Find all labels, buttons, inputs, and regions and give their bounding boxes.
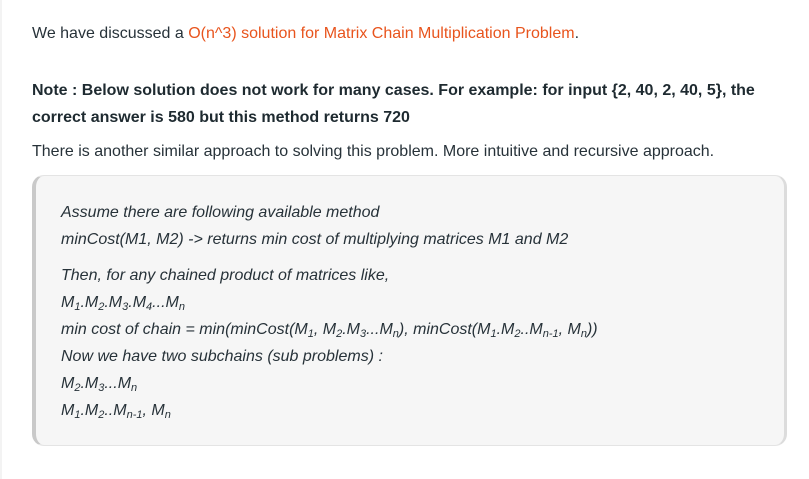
quote-line-chain: M1.M2.M3.M4...Mn (61, 294, 185, 313)
pseudo-blockquote: Assume there are following available met… (32, 175, 787, 446)
note-paragraph: Note : Below solution does not work for … (32, 82, 755, 126)
page-left-edge (0, 0, 2, 479)
matrix-chain-link[interactable]: O(n^3) solution for Matrix Chain Multipl… (188, 25, 574, 42)
quote-line-subchain-2: M1.M2..Mn-1, Mn (61, 402, 171, 421)
quote-line-assume: Assume there are following available met… (61, 204, 380, 221)
intro-paragraph: We have discussed a O(n^3) solution for … (32, 23, 579, 45)
quote-line-min-cost-chain: min cost of chain = min(minCost(M1, M2.M… (61, 321, 598, 340)
quote-line-mincost: minCost(M1, M2) -> returns min cost of m… (61, 231, 569, 248)
quote-line-subchains: Now we have two subchains (sub problems)… (61, 348, 383, 365)
quote-line-then: Then, for any chained product of matrice… (61, 267, 390, 284)
intro-text: We have discussed a (32, 25, 189, 42)
intro-period: . (574, 25, 580, 42)
quote-line-subchain-1: M2.M3...Mn (61, 375, 138, 394)
approach-paragraph: There is another similar approach to sol… (32, 143, 715, 160)
